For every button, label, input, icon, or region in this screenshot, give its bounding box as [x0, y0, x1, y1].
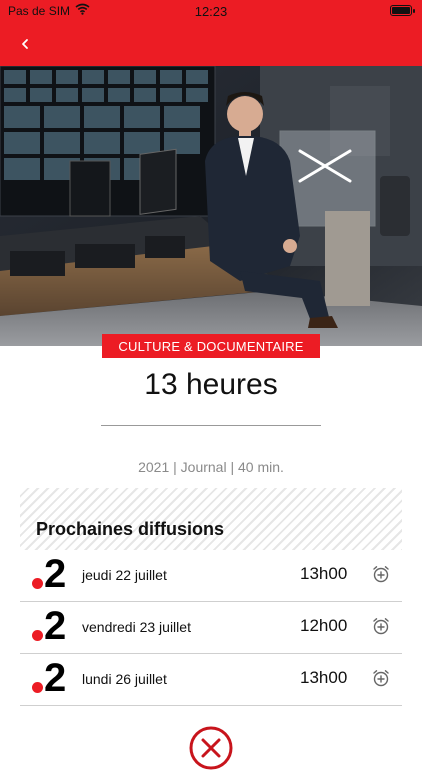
upcoming-broadcasts: Prochaines diffusions 2 jeudi 22 juillet… — [20, 488, 402, 706]
broadcast-time: 12h00 — [300, 616, 348, 635]
back-button[interactable] — [14, 31, 40, 57]
title-divider — [101, 425, 321, 426]
clock: 12:23 — [194, 4, 228, 19]
program-meta: 2021 | Journal | 40 min. — [138, 459, 284, 475]
broadcast-time: 13h00 — [300, 668, 348, 687]
broadcast-day: jeudi 22 juillet — [82, 567, 167, 583]
channel-logo-dot — [32, 682, 43, 693]
broadcast-day: vendredi 23 juillet — [82, 619, 191, 635]
nav-bar — [0, 22, 422, 66]
broadcast-row: 2 jeudi 22 juillet 13h00 — [20, 550, 402, 602]
broadcast-time: 13h00 — [300, 564, 348, 583]
hero-image — [0, 66, 422, 346]
broadcast-row: 2 lundi 26 juillet 13h00 — [20, 654, 402, 706]
channel-logo: 2 — [44, 656, 67, 700]
close-button[interactable] — [188, 725, 234, 771]
broadcast-row: 2 vendredi 23 juillet 12h00 — [20, 602, 402, 654]
schedule-header: Prochaines diffusions — [20, 488, 402, 550]
schedule-heading: Prochaines diffusions — [36, 519, 225, 539]
alarm-add-icon[interactable] — [371, 564, 391, 584]
channel-logo: 2 — [44, 604, 67, 648]
channel-logo-dot — [32, 630, 43, 641]
channel-logo-dot — [32, 578, 43, 589]
category-badge: CULTURE & DOCUMENTAIRE — [102, 334, 320, 358]
battery-icon — [390, 5, 415, 16]
channel-logo: 2 — [44, 552, 67, 596]
broadcast-day: lundi 26 juillet — [82, 671, 167, 687]
close-circle-icon — [189, 726, 233, 770]
program-title: 13 heures — [144, 368, 278, 401]
status-bar: Pas de SIM 12:23 — [0, 0, 422, 22]
alarm-add-icon[interactable] — [371, 668, 391, 688]
chevron-left-icon — [22, 39, 28, 49]
alarm-add-icon[interactable] — [371, 616, 391, 636]
